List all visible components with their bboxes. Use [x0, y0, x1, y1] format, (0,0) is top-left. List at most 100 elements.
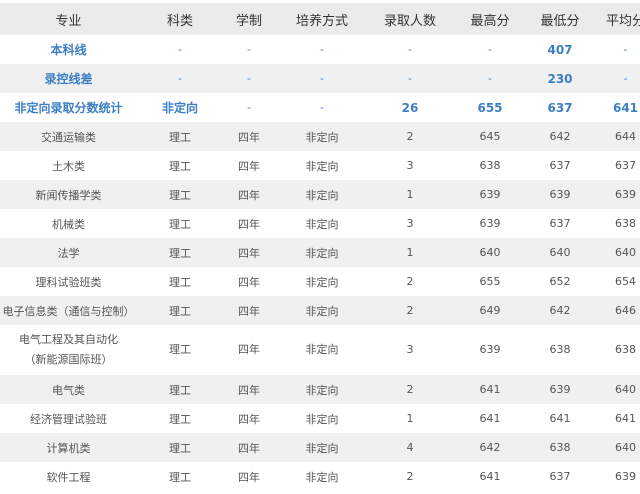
cell-max-score: -: [488, 43, 492, 56]
cell-max-score: 638: [479, 159, 501, 172]
cell-duration: 四年: [238, 275, 260, 289]
cell-training-mode: 非定向: [305, 275, 339, 289]
cell-training-mode: 非定向: [305, 441, 339, 455]
table-row: 机械类 理工 四年 非定向 3 639 637 638: [0, 209, 640, 238]
cell-major: 新闻传播学类: [35, 188, 102, 202]
cell-avg-score: -: [623, 72, 628, 85]
cell-admitted-count: 26: [401, 100, 419, 115]
cell-admitted-count: 1: [406, 246, 414, 259]
cell-min-score: 637: [549, 217, 571, 230]
cell-max-score: 642: [479, 441, 501, 454]
cell-admitted-count: 3: [406, 159, 414, 172]
cell-category: 理工: [169, 159, 191, 173]
cell-admitted-count: -: [408, 43, 412, 56]
column-header-duration: 学制: [223, 3, 275, 35]
cell-duration: 四年: [238, 246, 260, 260]
table-header-row: 专业 科类 学制 培养方式 录取人数 最高分 最低分 平均分: [0, 3, 640, 35]
cell-major: 经济管理试验班: [30, 412, 107, 426]
cell-duration: -: [247, 72, 251, 85]
cell-admitted-count: 2: [406, 304, 414, 317]
cell-major: 非定向录取分数统计: [14, 101, 123, 115]
cell-category: 理工: [169, 383, 191, 397]
cell-min-score: 637: [549, 470, 571, 483]
cell-training-mode: 非定向: [305, 383, 339, 397]
cell-category: 理工: [169, 275, 191, 289]
table-row: 软件工程 理工 四年 非定向 2 641 637 639: [0, 462, 640, 491]
cell-min-score: 638: [549, 343, 571, 356]
cell-major: 本科线: [50, 43, 87, 57]
cell-major: 电子信息类（通信与控制）: [2, 304, 135, 318]
column-header-admitted-count: 录取人数: [369, 3, 451, 35]
cell-min-score: 640: [549, 246, 571, 259]
cell-admitted-count: 1: [406, 188, 414, 201]
cell-training-mode: -: [320, 72, 324, 85]
column-header-avg-score: 平均分: [591, 3, 640, 35]
cell-admitted-count: 1: [406, 412, 414, 425]
cell-category: 理工: [169, 188, 191, 202]
cell-major: 计算机类: [46, 441, 91, 455]
cell-avg-score: 640: [615, 441, 636, 454]
cell-avg-score: 641: [612, 100, 639, 115]
column-header-min-score: 最低分: [529, 3, 591, 35]
cell-category: 理工: [169, 441, 191, 455]
summary-row: 非定向录取分数统计 非定向 - - 26 655 637 641: [0, 93, 640, 122]
summary-row: 本科线 - - - - - 407 -: [0, 35, 640, 64]
cell-avg-score: 639: [615, 188, 636, 201]
table-row: 电子信息类（通信与控制） 理工 四年 非定向 2 649 642 646: [0, 296, 640, 325]
cell-min-score: 637: [547, 100, 573, 115]
column-header-max-score: 最高分: [451, 3, 529, 35]
cell-avg-score: 640: [615, 383, 636, 396]
cell-avg-score: 638: [615, 217, 636, 230]
cell-training-mode: 非定向: [305, 343, 339, 356]
cell-min-score: 639: [549, 383, 571, 396]
cell-max-score: 641: [479, 412, 501, 425]
cell-max-score: 641: [479, 383, 501, 396]
cell-category: 理工: [169, 217, 191, 231]
cell-training-mode: 非定向: [305, 470, 339, 484]
cell-category: -: [178, 43, 182, 56]
cell-duration: 四年: [238, 188, 260, 202]
cell-min-score: 642: [549, 130, 571, 143]
table-row: 计算机类 理工 四年 非定向 4 642 638 640: [0, 433, 640, 462]
cell-avg-score: 637: [615, 159, 636, 172]
cell-max-score: -: [488, 72, 492, 85]
cell-major: 机械类: [52, 217, 85, 231]
table-row: 法学 理工 四年 非定向 1 640 640 640: [0, 238, 640, 267]
summary-row: 录控线差 - - - - - 230 -: [0, 64, 640, 93]
cell-avg-score: 639: [615, 470, 636, 483]
cell-avg-score: 640: [615, 246, 636, 259]
cell-avg-score: -: [623, 43, 628, 56]
cell-duration: 四年: [238, 130, 260, 144]
cell-avg-score: 638: [615, 343, 636, 356]
cell-avg-score: 654: [615, 275, 636, 288]
cell-min-score: 637: [549, 159, 571, 172]
cell-duration: 四年: [238, 343, 260, 356]
cell-duration: 四年: [238, 412, 260, 426]
cell-category: 理工: [169, 343, 191, 356]
table-row: 新闻传播学类 理工 四年 非定向 1 639 639 639: [0, 180, 640, 209]
cell-training-mode: 非定向: [305, 130, 339, 144]
cell-min-score: 638: [549, 441, 571, 454]
admission-score-table-view: 专业 科类 学制 培养方式 录取人数 最高分 最低分 平均分 本科线 - - - - -407- 录控线差…: [0, 0, 640, 494]
cell-category: -: [178, 72, 182, 85]
cell-training-mode: 非定向: [305, 412, 339, 426]
cell-duration: 四年: [238, 159, 260, 173]
cell-major: 法学: [57, 246, 80, 260]
cell-max-score: 649: [479, 304, 501, 317]
cell-admitted-count: -: [408, 72, 412, 85]
cell-major: 软件工程: [46, 470, 91, 484]
cell-training-mode: 非定向: [305, 188, 339, 202]
cell-training-mode: 非定向: [305, 304, 339, 318]
cell-category: 理工: [169, 304, 191, 318]
cell-training-mode: 非定向: [305, 159, 339, 173]
cell-max-score: 639: [479, 343, 501, 356]
cell-avg-score: 641: [615, 412, 636, 425]
cell-max-score: 655: [477, 100, 503, 115]
table-row: 经济管理试验班 理工 四年 非定向 1 641 641 641: [0, 404, 640, 433]
cell-max-score: 655: [479, 275, 501, 288]
cell-training-mode: 非定向: [305, 246, 339, 260]
admission-score-table: 专业 科类 学制 培养方式 录取人数 最高分 最低分 平均分 本科线 - - - - -407- 录控线差…: [0, 3, 640, 491]
cell-training-mode: -: [320, 43, 324, 56]
table-row: 交通运输类 理工 四年 非定向 2 645 642 644: [0, 122, 640, 151]
cell-max-score: 640: [479, 246, 501, 259]
